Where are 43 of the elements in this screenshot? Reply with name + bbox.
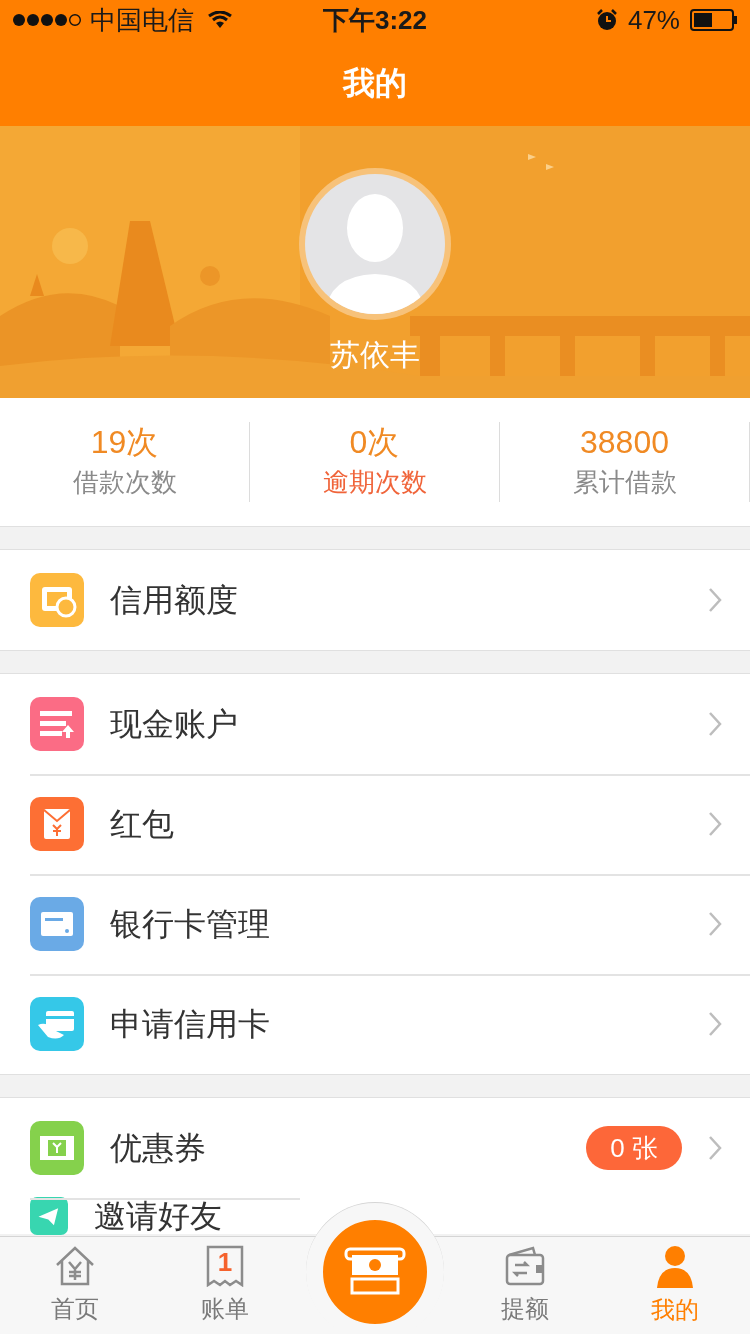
clock-time: 下午3:22 bbox=[323, 3, 427, 37]
menu-item-label: 信用额度 bbox=[110, 581, 238, 620]
menu-item-label: 现金账户 bbox=[110, 705, 238, 744]
stat-value: 38800 bbox=[580, 423, 669, 462]
count-badge: 0 张 bbox=[586, 1126, 682, 1170]
wifi-icon bbox=[208, 11, 232, 29]
chevron-right-icon bbox=[708, 711, 722, 737]
wallet-icon bbox=[503, 1244, 547, 1287]
menu-item-label: 申请信用卡 bbox=[110, 1005, 270, 1044]
stat-label: 借款次数 bbox=[72, 466, 177, 499]
battery-icon bbox=[690, 9, 738, 31]
signal-icon bbox=[12, 12, 82, 28]
menu-item-label: 红包 bbox=[110, 805, 174, 844]
menu-item-label: 银行卡管理 bbox=[110, 905, 270, 944]
chevron-right-icon bbox=[708, 811, 722, 837]
menu-item[interactable]: 红包 bbox=[0, 774, 750, 874]
menu-item[interactable]: 优惠券 0 张 bbox=[0, 1098, 750, 1198]
page-title: 我的 bbox=[343, 64, 407, 103]
chevron-right-icon bbox=[708, 1011, 722, 1037]
chevron-right-icon bbox=[708, 1135, 722, 1161]
stat-label: 累计借款 bbox=[572, 466, 677, 499]
menu-item[interactable]: 信用额度 bbox=[0, 550, 750, 650]
menu-item[interactable]: 现金账户 bbox=[0, 674, 750, 774]
tab-item[interactable]: 1 账单 bbox=[150, 1237, 300, 1334]
tab-item[interactable]: 提额 bbox=[450, 1237, 600, 1334]
chevron-right-icon bbox=[708, 587, 722, 613]
stat-label: 逾期次数 bbox=[322, 466, 427, 499]
menu-item-label: 优惠券 bbox=[110, 1129, 206, 1168]
cash-icon bbox=[344, 1247, 406, 1297]
avatar-icon[interactable] bbox=[297, 166, 453, 322]
receipt-icon: 1 bbox=[206, 1244, 244, 1287]
menu-item[interactable]: 邀请好友 bbox=[0, 1198, 300, 1234]
battery-percent: 47% bbox=[627, 3, 680, 37]
chevron-right-icon bbox=[708, 911, 722, 937]
stat-value: 19次 bbox=[90, 423, 159, 462]
carrier-name: 中国电信 bbox=[90, 3, 194, 37]
menu-item-label: 邀请好友 bbox=[94, 1197, 222, 1236]
alarm-icon bbox=[595, 9, 618, 31]
user-name: 苏依丰 bbox=[330, 337, 420, 373]
stat-value: 0次 bbox=[349, 423, 400, 462]
tab-item[interactable]: 首页 bbox=[0, 1237, 150, 1334]
menu-item[interactable]: 申请信用卡 bbox=[0, 974, 750, 1074]
menu-item[interactable]: 银行卡管理 bbox=[0, 874, 750, 974]
